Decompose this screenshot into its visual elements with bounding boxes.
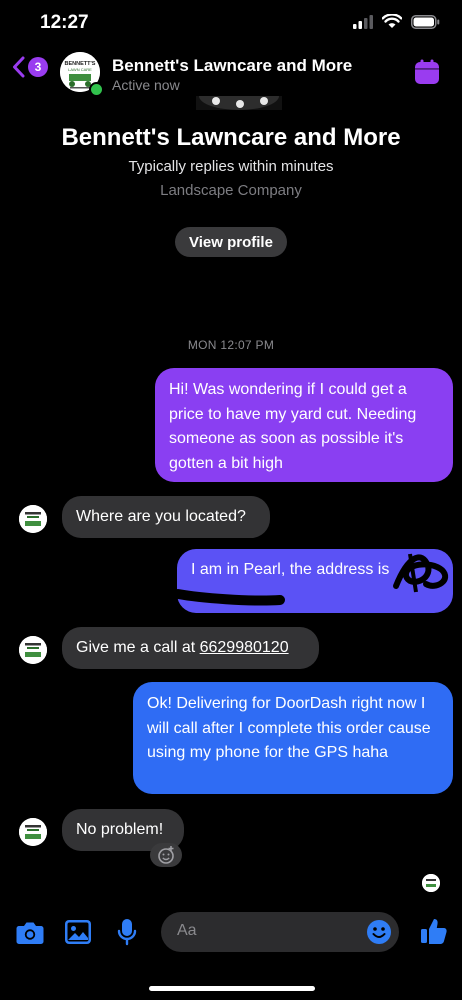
sender-avatar [19,505,47,533]
profile-category: Landscape Company [160,182,302,199]
outgoing-message[interactable]: Ok! Delivering for DoorDash right now I … [133,682,453,794]
message-text: Give me a call at [76,639,200,656]
message-text: No problem! [76,821,164,838]
status-time: 12:27 [40,12,89,33]
unread-count-badge: 3 [28,57,48,77]
redaction-scribble [173,553,449,606]
incoming-message[interactable]: Where are you located? [62,496,270,538]
add-reaction-icon[interactable] [150,843,182,867]
active-status-dot [89,82,104,97]
wifi-icon [382,14,402,28]
back-button[interactable]: 3 [12,56,48,78]
calendar-icon[interactable] [414,59,440,85]
message-input-placeholder: Aa [177,922,197,939]
sender-avatar [19,818,47,846]
message-text: Where are you located? [76,508,246,525]
status-icons [353,14,440,29]
view-profile-button[interactable]: View profile [175,227,287,257]
message-text: Ok! Delivering for DoorDash right now I … [147,695,431,761]
message-timestamp: MON 12:07 PM [187,338,275,352]
gallery-icon[interactable] [65,920,91,944]
message-text: Hi! Was wondering if I could get a price… [169,381,417,472]
home-indicator [149,986,315,991]
profile-response-time: Typically replies within minutes [128,158,334,175]
header-contact-name[interactable]: Bennett's Lawncare and More [112,56,352,76]
profile-avatar-peek [196,96,282,110]
camera-icon[interactable] [16,920,44,946]
profile-name: Bennett's Lawncare and More [61,124,401,151]
signal-icon [353,14,373,29]
phone-number-link[interactable]: 6629980120 [200,639,289,656]
thumbs-up-icon[interactable] [420,917,448,945]
header-active-status: Active now [112,77,180,93]
incoming-message[interactable]: Give me a call at 6629980120 [62,627,319,669]
sender-avatar [19,636,47,664]
read-receipt-avatar [422,874,440,892]
battery-icon [411,14,440,29]
outgoing-message[interactable]: Hi! Was wondering if I could get a price… [155,368,453,482]
svg-text:LAWN CARE: LAWN CARE [68,67,92,72]
emoji-icon[interactable] [366,919,392,945]
back-chevron-icon [13,56,25,78]
microphone-icon[interactable] [117,918,137,946]
